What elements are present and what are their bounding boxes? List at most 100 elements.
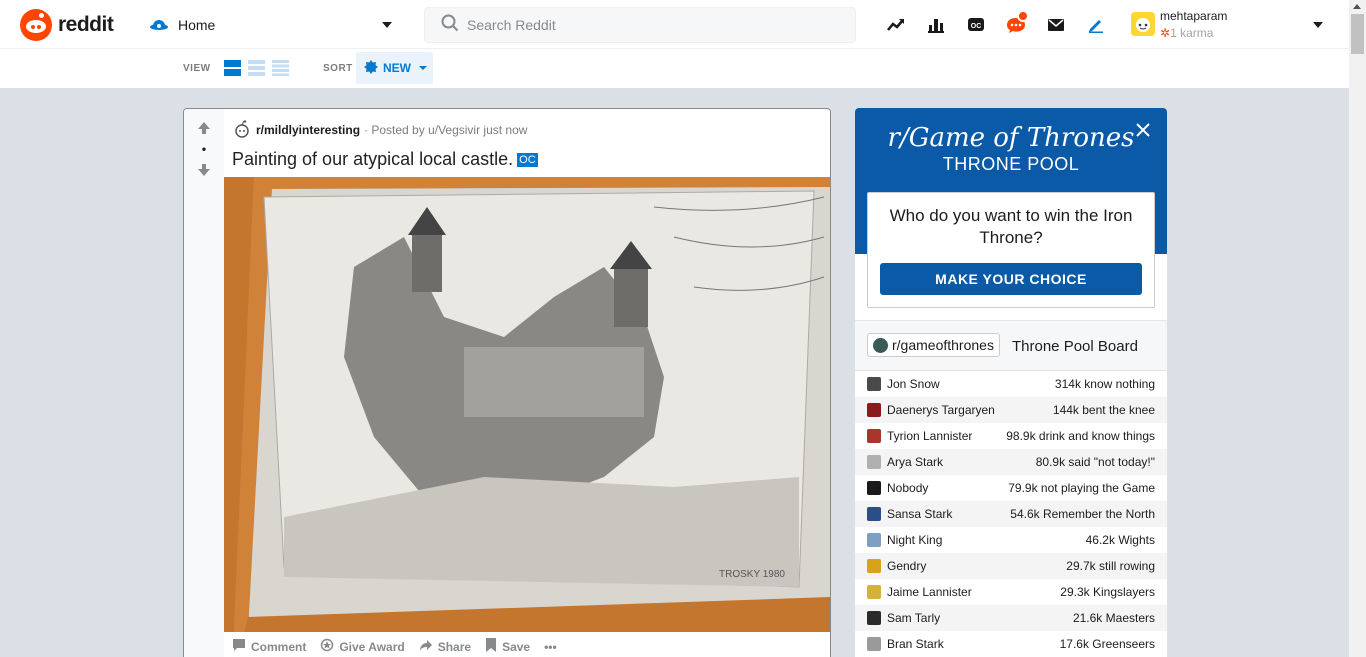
pencil-icon[interactable] xyxy=(1076,11,1116,39)
close-icon[interactable] xyxy=(1133,120,1153,140)
post-actions: Comment Give Award Share Save ••• xyxy=(232,638,557,655)
reddit-logo[interactable]: reddit xyxy=(20,9,114,41)
leaderboard-row: Arya Stark 80.9k said "not today!" xyxy=(855,449,1167,475)
leaderboard-row: Bran Stark 17.6k Greenseers xyxy=(855,631,1167,657)
house-sigil-icon xyxy=(867,403,881,417)
oc-flair: OC xyxy=(517,153,538,168)
svg-text:OC: OC xyxy=(971,23,982,30)
vote-count: 98.9k drink and know things xyxy=(1006,429,1155,443)
post-meta: r/mildlyinteresting · Posted by u/Vegsiv… xyxy=(232,120,527,140)
more-options-button[interactable]: ••• xyxy=(544,638,557,655)
sort-dropdown[interactable]: NEW xyxy=(356,52,433,84)
subreddit-pill[interactable]: r/gameofthrones xyxy=(867,333,1000,357)
view-label: VIEW xyxy=(183,63,211,74)
candidate-name: Gendry xyxy=(887,559,927,573)
house-sigil-icon xyxy=(867,429,881,443)
logo-text: reddit xyxy=(58,13,114,36)
award-icon xyxy=(320,638,334,655)
sort-value: NEW xyxy=(383,61,411,75)
reddit-snoo-icon xyxy=(20,9,52,41)
classic-view-icon[interactable] xyxy=(248,60,265,76)
house-sigil-icon xyxy=(867,377,881,391)
vote-count: 29.3k Kingslayers xyxy=(1060,585,1155,599)
sort-bar: VIEW SORT NEW xyxy=(0,49,1349,88)
make-your-choice-button[interactable]: MAKE YOUR CHOICE xyxy=(880,263,1142,295)
chat-oc-icon[interactable]: OC xyxy=(956,11,996,39)
leaderboard-row: Jaime Lannister 29.3k Kingslayers xyxy=(855,579,1167,605)
house-sigil-icon xyxy=(867,455,881,469)
vote-count: 79.9k not playing the Game xyxy=(1008,481,1155,495)
stats-icon[interactable] xyxy=(916,11,956,39)
scrollbar[interactable] xyxy=(1349,0,1366,657)
give-award-button[interactable]: Give Award xyxy=(320,638,405,655)
house-sigil-icon xyxy=(867,637,881,651)
throne-pool-widget: r/Game of Thrones THRONE POOL Who do you… xyxy=(855,108,1167,657)
house-sigil-icon xyxy=(867,507,881,521)
scrollbar-thumb[interactable] xyxy=(1351,14,1364,54)
candidate-name: Daenerys Targaryen xyxy=(887,403,995,417)
gameofthrones-icon xyxy=(873,337,888,353)
home-icon xyxy=(148,14,170,36)
question-card: Who do you want to win the Iron Throne? … xyxy=(867,192,1155,308)
vote-count: 314k know nothing xyxy=(1054,377,1155,391)
share-button[interactable]: Share xyxy=(419,638,471,655)
subreddit-link[interactable]: r/mildlyinteresting xyxy=(256,123,360,137)
card-view-icon[interactable] xyxy=(224,60,241,76)
candidate-name: Arya Stark xyxy=(887,455,944,469)
house-sigil-icon xyxy=(867,533,881,547)
trending-icon[interactable] xyxy=(876,11,916,39)
candidate-name: Night King xyxy=(887,533,943,547)
chevron-down-icon xyxy=(382,22,392,28)
top-bar: reddit Home OC xyxy=(0,0,1349,49)
compact-view-icon[interactable] xyxy=(272,60,289,76)
board-header: r/gameofthrones Throne Pool Board xyxy=(855,321,1167,371)
leaderboard-list: Jon Snow 314k know nothing Daenerys Targar… xyxy=(855,371,1167,657)
karma-count: ✲1 karma xyxy=(1160,26,1214,40)
posted-by: · Posted by u/Vegsivir just now xyxy=(364,123,528,137)
scroll-up-icon[interactable] xyxy=(1353,4,1361,9)
post-title[interactable]: Painting of our atypical local castle. OC xyxy=(232,149,538,170)
chevron-down-icon xyxy=(419,66,427,70)
sort-label: SORT xyxy=(323,63,353,74)
leaderboard-row: Night King 46.2k Wights xyxy=(855,527,1167,553)
candidate-name: Bran Stark xyxy=(887,637,944,651)
vote-count: 80.9k said "not today!" xyxy=(1035,455,1155,469)
vote-count: 29.7k still rowing xyxy=(1066,559,1155,573)
vote-column: • xyxy=(184,109,224,657)
vote-score: • xyxy=(201,142,207,156)
candidate-name: Jaime Lannister xyxy=(887,585,972,599)
vote-count: 21.6k Maesters xyxy=(1072,611,1155,625)
search-bar[interactable] xyxy=(424,7,856,43)
vote-count: 144k bent the knee xyxy=(1052,403,1155,417)
comment-icon xyxy=(232,638,246,655)
promo-title: r/Game of Thrones xyxy=(887,123,1135,153)
question-text: Who do you want to win the Iron Throne? xyxy=(889,206,1133,247)
downvote-icon[interactable] xyxy=(197,163,211,177)
chat-icon[interactable] xyxy=(996,10,1036,39)
mail-icon[interactable] xyxy=(1036,11,1076,39)
leaderboard-row: Nobody 79.9k not playing the Game xyxy=(855,475,1167,501)
board-title: Throne Pool Board xyxy=(1012,338,1138,355)
user-menu[interactable]: mehtaparam ✲1 karma xyxy=(1127,6,1327,44)
house-sigil-icon xyxy=(867,585,881,599)
home-dropdown[interactable]: Home xyxy=(148,8,398,42)
subreddit-icon[interactable] xyxy=(232,120,252,140)
username: mehtaparam xyxy=(1160,9,1228,23)
search-icon xyxy=(441,14,459,37)
post-card[interactable]: • r/mildlyinteresting · Posted by u/Vegs… xyxy=(183,108,831,657)
leaderboard-row: Tyrion Lannister 98.9k drink and know thi… xyxy=(855,423,1167,449)
leaderboard-row: Sansa Stark 54.6k Remember the North xyxy=(855,501,1167,527)
vote-count: 46.2k Wights xyxy=(1085,533,1155,547)
save-button[interactable]: Save xyxy=(485,638,530,655)
search-input[interactable] xyxy=(467,17,827,33)
notification-badge xyxy=(1017,10,1029,22)
candidate-name: Jon Snow xyxy=(887,377,940,391)
post-image[interactable]: TROSKY 1980 xyxy=(224,177,830,632)
candidate-name: Sam Tarly xyxy=(887,611,941,625)
upvote-icon[interactable] xyxy=(197,121,211,135)
house-sigil-icon xyxy=(867,611,881,625)
candidate-name: Tyrion Lannister xyxy=(887,429,973,443)
painting-signature: TROSKY 1980 xyxy=(719,569,785,580)
comment-button[interactable]: Comment xyxy=(232,638,306,655)
vote-count: 17.6k Greenseers xyxy=(1059,637,1155,651)
